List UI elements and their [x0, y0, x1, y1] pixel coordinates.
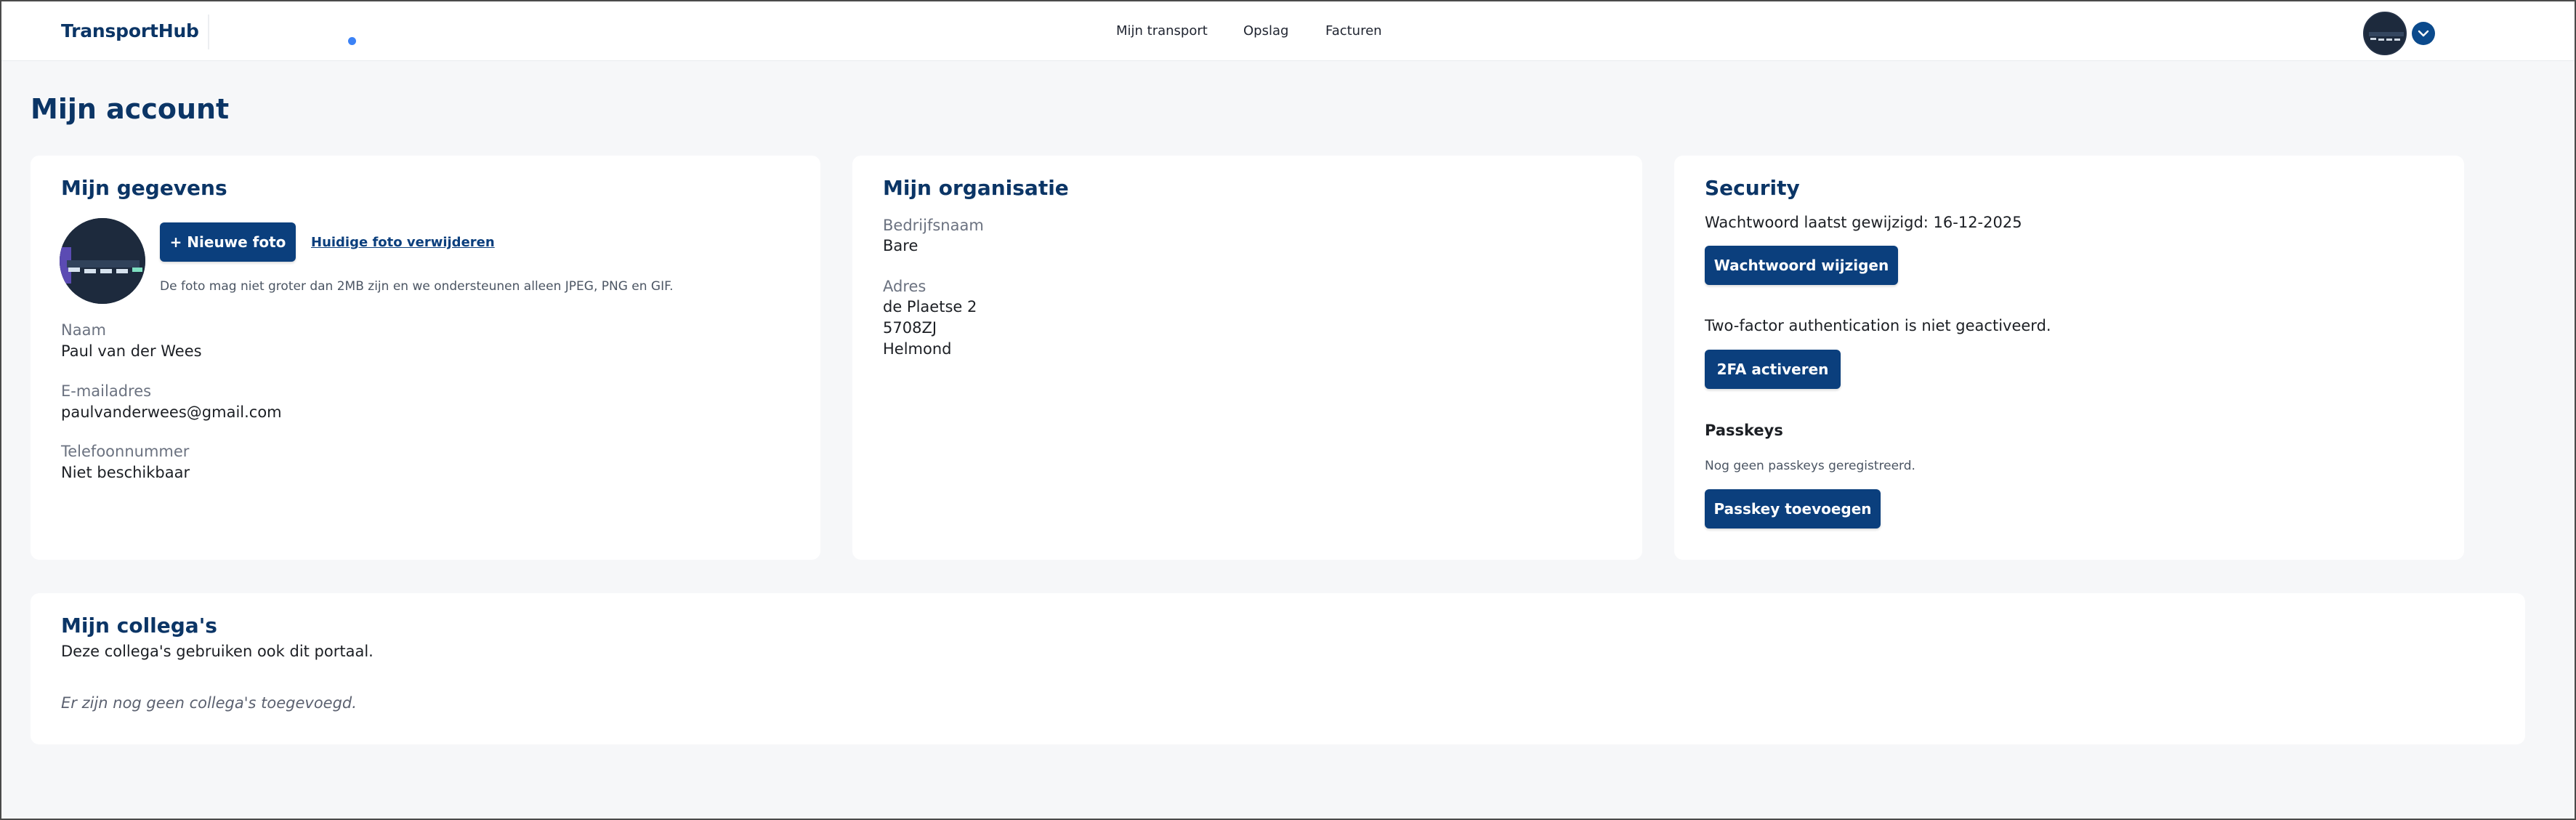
phone-label: Telefoonnummer: [61, 443, 190, 460]
address-line-street: de Plaetse 2: [883, 298, 977, 315]
account-menu-chevron-down-icon[interactable]: [2412, 22, 2435, 45]
avatar-image-icon: [2365, 13, 2405, 54]
activate-2fa-button[interactable]: 2FA activeren: [1705, 350, 1841, 389]
colleagues-card-title: Mijn collega's: [61, 614, 217, 638]
address-line-city: Helmond: [883, 340, 952, 358]
user-avatar[interactable]: [2363, 12, 2407, 55]
profile-photo: [60, 218, 145, 304]
company-value: Bare: [883, 237, 918, 254]
photo-hint: De foto mag niet groter dan 2MB zijn en …: [160, 279, 674, 294]
passkeys-status-text: Nog geen passkeys geregistreerd.: [1705, 459, 1915, 473]
nav-opslag[interactable]: Opslag: [1243, 23, 1288, 39]
passkeys-title: Passkeys: [1705, 422, 1783, 439]
remove-photo-link[interactable]: Huidige foto verwijderen: [311, 235, 495, 250]
new-photo-button[interactable]: + Nieuwe foto: [160, 222, 296, 262]
address-label: Adres: [883, 278, 926, 295]
security-card-title: Security: [1705, 176, 1800, 200]
address-line-postcode: 5708ZJ: [883, 319, 937, 337]
profile-card-title: Mijn gegevens: [61, 176, 227, 200]
name-label: Naam: [61, 321, 106, 339]
header-divider: [208, 15, 209, 49]
phone-value: Niet beschikbaar: [61, 464, 190, 481]
profile-photo-image-icon: [60, 218, 145, 304]
page-title: Mijn account: [31, 93, 230, 125]
colleagues-card: [31, 593, 2525, 744]
status-dot: [348, 37, 356, 45]
colleagues-subtitle: Deze collega's gebruiken ook dit portaal…: [61, 643, 374, 660]
colleagues-empty-text: Er zijn nog geen collega's toegevoegd.: [61, 694, 357, 712]
password-changed-text: Wachtwoord laatst gewijzigd: 16-12-2025: [1705, 214, 2022, 231]
email-value: paulvanderwees@gmail.com: [61, 403, 282, 421]
email-label: E-mailadres: [61, 382, 152, 400]
organization-card-title: Mijn organisatie: [883, 176, 1069, 200]
company-label: Bedrijfsnaam: [883, 217, 984, 234]
name-value: Paul van der Wees: [61, 342, 202, 360]
nav-mijn-transport[interactable]: Mijn transport: [1116, 23, 1208, 39]
brand-logo[interactable]: TransportHub: [61, 20, 199, 41]
nav-facturen[interactable]: Facturen: [1325, 23, 1382, 39]
top-navigation-bar: TransportHub Mijn transport Opslag Factu…: [1, 1, 2575, 61]
twofa-status-text: Two-factor authentication is niet geacti…: [1705, 317, 2051, 334]
add-passkey-button[interactable]: Passkey toevoegen: [1705, 489, 1881, 528]
change-password-button[interactable]: Wachtwoord wijzigen: [1705, 246, 1898, 285]
